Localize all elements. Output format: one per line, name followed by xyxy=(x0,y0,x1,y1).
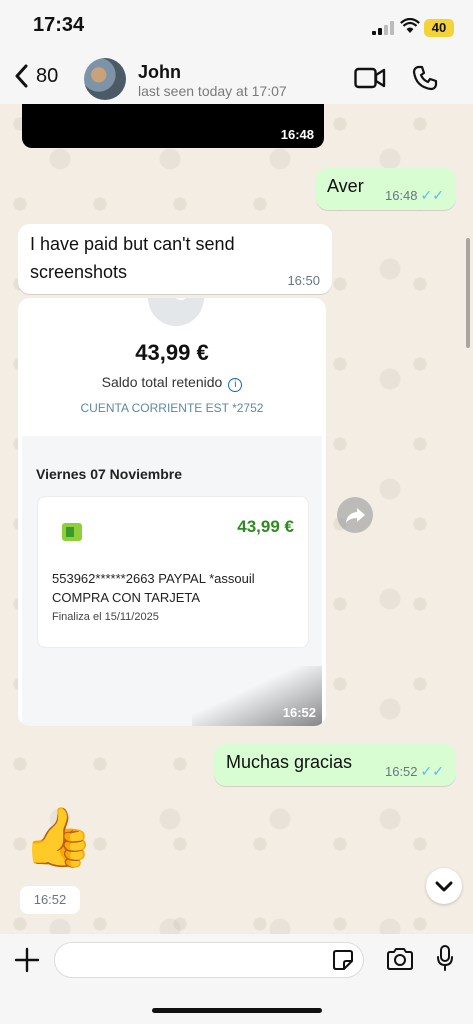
battery-indicator: 40 xyxy=(424,19,454,37)
chevron-left-icon xyxy=(15,64,28,88)
last-seen: last seen today at 17:07 xyxy=(138,83,287,99)
transaction-final-date: Finaliza el 15/11/2025 xyxy=(52,611,159,623)
read-ticks-icon: ✓✓ xyxy=(420,763,444,779)
held-amount: 43,99 € xyxy=(135,340,209,365)
plus-icon[interactable] xyxy=(14,947,40,973)
phone-icon[interactable] xyxy=(412,65,438,91)
message-outgoing[interactable]: Aver 16:48 ✓✓ xyxy=(316,168,456,210)
account-icon xyxy=(148,298,204,326)
status-time: 17:34 xyxy=(33,14,85,36)
message-meta: 16:52 ✓✓ xyxy=(385,763,444,780)
contact-name[interactable]: John xyxy=(138,62,181,83)
input-bar xyxy=(0,934,473,1024)
message-text: Aver xyxy=(327,176,364,196)
scrollbar[interactable] xyxy=(466,238,470,348)
date-label: Viernes 07 Noviembre xyxy=(36,466,183,482)
thumbs-up-emoji[interactable]: 👍 xyxy=(22,806,94,870)
message-time: 16:48 xyxy=(280,127,314,142)
read-ticks-icon: ✓✓ xyxy=(420,187,444,203)
message-text: I have paid but can't send screenshots xyxy=(30,234,235,282)
wifi-icon xyxy=(400,18,420,33)
video-call-icon[interactable] xyxy=(354,67,386,89)
message-time: 16:48 xyxy=(384,188,418,203)
chat-header: 80 John last seen today at 17:07 xyxy=(0,52,473,105)
scroll-to-bottom-button[interactable] xyxy=(426,868,462,904)
transaction-amount: 43,99 € xyxy=(237,517,294,536)
message-incoming[interactable]: I have paid but can't send screenshots 1… xyxy=(18,224,332,294)
message-time: 16:52 xyxy=(20,886,80,914)
avatar[interactable] xyxy=(84,58,126,100)
signal-icon xyxy=(372,21,394,35)
back-button[interactable]: 80 xyxy=(14,64,58,88)
saldo-label: Saldo total retenido i xyxy=(18,374,326,392)
message-input[interactable] xyxy=(54,942,364,978)
unread-count: 80 xyxy=(36,64,59,87)
chevron-down-icon xyxy=(435,881,453,892)
forward-icon xyxy=(346,508,365,523)
sticker-icon[interactable] xyxy=(332,949,354,971)
message-outgoing[interactable]: Muchas gracias 16:52 ✓✓ xyxy=(214,744,456,786)
message-text: Muchas gracias xyxy=(226,752,353,772)
status-bar: 17:34 40 xyxy=(0,0,473,52)
bank-screenshot-top xyxy=(22,298,322,438)
image-message[interactable]: 43,99 € Saldo total retenido i CUENTA COR… xyxy=(18,298,326,726)
message-meta: 16:48 ✓✓ xyxy=(385,187,444,204)
message-time: 16:52 xyxy=(282,705,316,720)
forward-button[interactable] xyxy=(337,497,373,533)
microphone-icon[interactable] xyxy=(436,944,454,972)
transaction-description: 553962******2663 PAYPAL *assouil COMPRA … xyxy=(52,571,255,605)
info-icon: i xyxy=(228,378,243,392)
message-time: 16:50 xyxy=(287,273,320,288)
bank-screenshot-bottom: Viernes 07 Noviembre 43,99 € 553962*****… xyxy=(22,436,322,726)
video-message[interactable]: 16:48 xyxy=(22,104,324,148)
camera-icon[interactable] xyxy=(386,947,414,971)
merchant-icon xyxy=(62,523,82,541)
message-time: 16:52 xyxy=(384,764,418,779)
home-indicator xyxy=(152,1008,322,1013)
account-label: CUENTA CORRIENTE EST *2752 xyxy=(80,401,264,415)
transaction-card: 43,99 € 553962******2663 PAYPAL *assouil… xyxy=(37,496,309,648)
